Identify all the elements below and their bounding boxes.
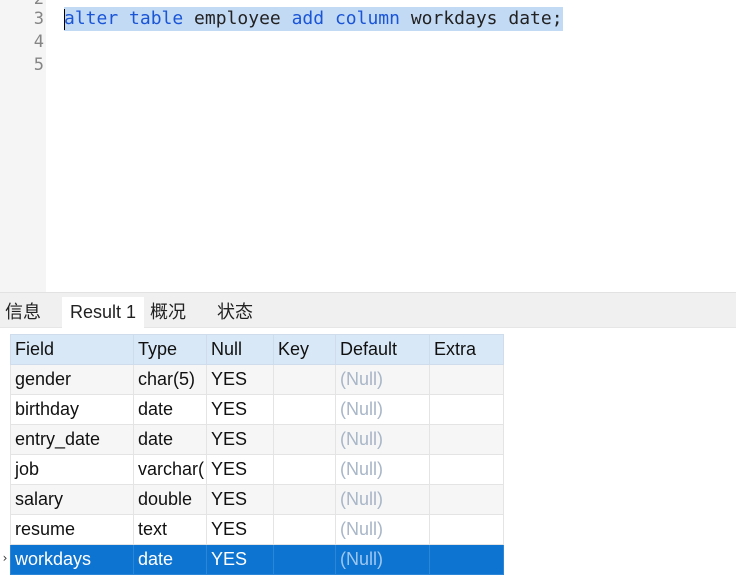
column-header-null[interactable]: Null (206, 334, 274, 365)
result-tab-bar: 信息 Result 1 概况 状态 (0, 297, 736, 328)
cell-type[interactable]: date (133, 544, 207, 575)
cell-default[interactable]: (Null) (335, 364, 430, 395)
cell-field[interactable]: job (10, 454, 134, 485)
tab-info[interactable]: 信息 (0, 297, 46, 327)
cell-type[interactable]: varchar( (133, 454, 207, 485)
sql-keyword: table (129, 8, 184, 29)
cell-key[interactable] (273, 424, 336, 455)
column-header-key[interactable]: Key (273, 334, 336, 365)
cell-key[interactable] (273, 544, 336, 575)
table-row[interactable]: birthday date YES (Null) (10, 394, 504, 425)
text-cursor (64, 9, 65, 30)
tab-result-1[interactable]: Result 1 (62, 297, 144, 328)
cell-default[interactable]: (Null) (335, 544, 430, 575)
cell-extra[interactable] (429, 514, 504, 545)
cell-key[interactable] (273, 484, 336, 515)
cell-key[interactable] (273, 394, 336, 425)
cell-extra[interactable] (429, 454, 504, 485)
cell-null[interactable]: YES (206, 514, 274, 545)
cell-type[interactable]: double (133, 484, 207, 515)
cell-null[interactable]: YES (206, 364, 274, 395)
sql-keyword: add (291, 8, 325, 29)
table-row[interactable]: entry_date date YES (Null) (10, 424, 504, 455)
line-number-gutter: 2 3 4 5 (0, 0, 46, 292)
result-grid-area: › Field Type Null Key Default Extra gend… (0, 328, 736, 575)
sql-token: workdays date; (399, 8, 563, 29)
sql-editor[interactable]: 2 3 4 5 alter table employee add column … (0, 0, 736, 292)
table-row[interactable]: workdays date YES (Null) (10, 544, 504, 575)
cell-key[interactable] (273, 514, 336, 545)
sql-keyword: alter (64, 8, 119, 29)
table-row[interactable]: job varchar(YES (Null) (10, 454, 504, 485)
cell-null[interactable]: YES (206, 454, 274, 485)
cell-field[interactable]: resume (10, 514, 134, 545)
cell-type[interactable]: date (133, 424, 207, 455)
cell-default[interactable]: (Null) (335, 424, 430, 455)
result-grid: Field Type Null Key Default Extra gender… (10, 334, 504, 575)
table-row[interactable]: salary double YES (Null) (10, 484, 504, 515)
cell-type[interactable]: text (133, 514, 207, 545)
cell-null[interactable]: YES (206, 484, 274, 515)
line-number: 5 (33, 55, 44, 75)
current-row-indicator-icon: › (2, 551, 8, 565)
column-header-field[interactable]: Field (10, 334, 134, 365)
cell-default[interactable]: (Null) (335, 484, 430, 515)
cell-extra[interactable] (429, 424, 504, 455)
sql-token: employee (183, 8, 292, 29)
tab-status[interactable]: 状态 (210, 297, 260, 327)
cell-default[interactable]: (Null) (335, 394, 430, 425)
tab-overview[interactable]: 概况 (144, 297, 192, 327)
cell-default[interactable]: (Null) (335, 454, 430, 485)
cell-default[interactable]: (Null) (335, 514, 430, 545)
cell-null[interactable]: YES (206, 544, 274, 575)
cell-null[interactable]: YES (206, 424, 274, 455)
cell-extra[interactable] (429, 484, 504, 515)
cell-null[interactable]: YES (206, 394, 274, 425)
sql-code-line[interactable]: alter table employee add column workdays… (64, 7, 563, 31)
sql-keyword: column (334, 8, 400, 29)
cell-field[interactable]: birthday (10, 394, 134, 425)
cell-type[interactable]: char(5) (133, 364, 207, 395)
column-header-extra[interactable]: Extra (429, 334, 504, 365)
cell-field[interactable]: gender (10, 364, 134, 395)
cell-field[interactable]: workdays (10, 544, 134, 575)
cell-extra[interactable] (429, 544, 504, 575)
header-row: Field Type Null Key Default Extra (10, 334, 504, 365)
line-number: 4 (33, 32, 44, 52)
cell-field[interactable]: salary (10, 484, 134, 515)
cell-field[interactable]: entry_date (10, 424, 134, 455)
cell-type[interactable]: date (133, 394, 207, 425)
column-header-type[interactable]: Type (133, 334, 207, 365)
column-header-default[interactable]: Default (335, 334, 430, 365)
table-row[interactable]: resume text YES (Null) (10, 514, 504, 545)
cell-extra[interactable] (429, 394, 504, 425)
table-row[interactable]: gender char(5) YES (Null) (10, 364, 504, 395)
cell-extra[interactable] (429, 364, 504, 395)
line-number: 3 (33, 9, 44, 29)
cell-key[interactable] (273, 364, 336, 395)
cell-key[interactable] (273, 454, 336, 485)
